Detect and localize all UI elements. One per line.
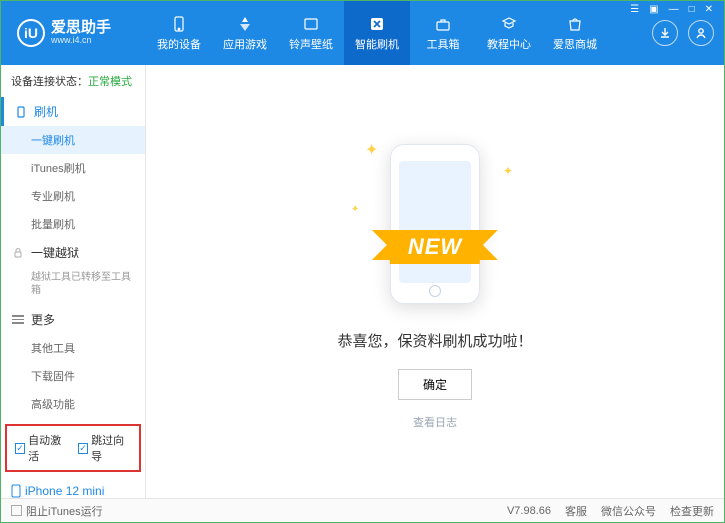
- phone-icon: [14, 105, 28, 119]
- activation-options: ✓ 自动激活 ✓ 跳过向导: [5, 424, 141, 472]
- sparkle-icon: ✦: [503, 164, 513, 178]
- section-title: 更多: [31, 311, 55, 328]
- sidebar-item-batch-flash[interactable]: 批量刷机: [1, 210, 145, 238]
- tutorial-icon: [500, 15, 518, 33]
- window-menu-icon[interactable]: ☰: [628, 4, 641, 15]
- status-value: 正常模式: [88, 76, 132, 88]
- nav-label: 智能刷机: [355, 36, 399, 52]
- section-jailbreak[interactable]: 一键越狱: [1, 238, 145, 267]
- lock-icon: [11, 246, 25, 260]
- sparkle-icon: ✦: [351, 204, 359, 215]
- sidebar-item-download-firmware[interactable]: 下载固件: [1, 362, 145, 390]
- version-label: V7.98.66: [507, 505, 551, 517]
- sidebar-item-oneclick-flash[interactable]: 一键刷机: [1, 126, 145, 154]
- checkbox-auto-activate[interactable]: ✓ 自动激活: [15, 432, 68, 464]
- nav-label: 工具箱: [427, 36, 460, 52]
- nav-store[interactable]: 爱思商城: [542, 1, 608, 65]
- more-icon: [11, 313, 25, 327]
- nav-label: 教程中心: [487, 36, 531, 52]
- sidebar-item-advanced[interactable]: 高级功能: [1, 390, 145, 418]
- section-more[interactable]: 更多: [1, 305, 145, 334]
- device-icon: [11, 484, 21, 498]
- main-content: ✦ ✦ ✦ NEW 恭喜您，保资料刷机成功啦！ 确定 查看日志: [146, 65, 724, 498]
- phone-graphic: [390, 144, 480, 304]
- nav-label: 铃声壁纸: [289, 36, 333, 52]
- checkbox-skip-guide[interactable]: ✓ 跳过向导: [78, 432, 131, 464]
- window-minimize-icon[interactable]: —: [667, 4, 681, 15]
- sidebar-item-itunes-flash[interactable]: iTunes刷机: [1, 154, 145, 182]
- app-url: www.i4.cn: [51, 36, 111, 46]
- success-message: 恭喜您，保资料刷机成功啦！: [337, 330, 532, 351]
- section-title: 一键越狱: [31, 244, 79, 261]
- device-name: iPhone 12 mini: [25, 484, 104, 498]
- footer: 阻止iTunes运行 V7.98.66 客服 微信公众号 检查更新: [1, 498, 724, 522]
- sidebar-item-pro-flash[interactable]: 专业刷机: [1, 182, 145, 210]
- view-log-link[interactable]: 查看日志: [413, 414, 457, 430]
- section-title: 刷机: [34, 103, 58, 120]
- user-icon[interactable]: [688, 20, 714, 46]
- new-ribbon: NEW: [390, 230, 480, 264]
- footer-link-wechat[interactable]: 微信公众号: [601, 503, 656, 519]
- nav-toolbox[interactable]: 工具箱: [410, 1, 476, 65]
- app-title: 爱思助手: [51, 20, 111, 37]
- logo[interactable]: iU 爱思助手 www.i4.cn: [1, 1, 146, 65]
- nav-my-device[interactable]: 我的设备: [146, 1, 212, 65]
- wallpaper-icon: [302, 15, 320, 33]
- nav-label: 我的设备: [157, 36, 201, 52]
- jailbreak-note: 越狱工具已转移至工具箱: [1, 267, 145, 305]
- footer-link-support[interactable]: 客服: [565, 503, 587, 519]
- nav-label: 爱思商城: [553, 36, 597, 52]
- nav-label: 应用游戏: [223, 36, 267, 52]
- checkbox-icon: ✓: [78, 443, 88, 454]
- apps-icon: [236, 15, 254, 33]
- section-flash[interactable]: 刷机: [1, 97, 145, 126]
- flash-icon: [368, 15, 386, 33]
- nav-apps-games[interactable]: 应用游戏: [212, 1, 278, 65]
- success-illustration: ✦ ✦ ✦ NEW: [345, 134, 525, 314]
- window-skin-icon[interactable]: ▣: [647, 4, 660, 15]
- toolbox-icon: [434, 15, 452, 33]
- header: iU 爱思助手 www.i4.cn 我的设备 应用游戏 铃声壁纸 智能刷机 工具…: [1, 1, 724, 65]
- window-maximize-icon[interactable]: □: [687, 4, 697, 15]
- block-itunes-label: 阻止iTunes运行: [26, 503, 103, 519]
- top-nav: 我的设备 应用游戏 铃声壁纸 智能刷机 工具箱 教程中心 爱思商城: [146, 1, 652, 65]
- sparkle-icon: ✦: [365, 140, 378, 160]
- sidebar-item-other-tools[interactable]: 其他工具: [1, 334, 145, 362]
- download-icon[interactable]: [652, 20, 678, 46]
- nav-smart-flash[interactable]: 智能刷机: [344, 1, 410, 65]
- checkbox-block-itunes[interactable]: [11, 505, 22, 516]
- store-icon: [566, 15, 584, 33]
- sidebar: 设备连接状态：正常模式 刷机 一键刷机 iTunes刷机 专业刷机 批量刷机 一…: [1, 65, 146, 498]
- connection-status: 设备连接状态：正常模式: [1, 65, 145, 97]
- device-icon: [170, 15, 188, 33]
- nav-ringtones[interactable]: 铃声壁纸: [278, 1, 344, 65]
- window-close-icon[interactable]: ✕: [703, 4, 715, 15]
- connected-device[interactable]: iPhone 12 mini 64GB Down-12mini-13,1: [1, 478, 145, 498]
- nav-tutorials[interactable]: 教程中心: [476, 1, 542, 65]
- checkbox-icon: ✓: [15, 443, 25, 454]
- logo-icon: iU: [17, 19, 45, 47]
- ok-button[interactable]: 确定: [398, 369, 472, 400]
- footer-link-update[interactable]: 检查更新: [670, 503, 714, 519]
